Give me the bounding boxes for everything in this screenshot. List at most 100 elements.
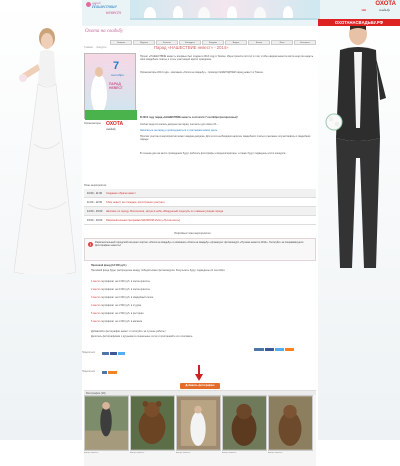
prize-place: 1 место	[91, 280, 100, 283]
prize-item: 2 место сертификат на 3 000 руб. в салон…	[91, 288, 150, 291]
vk-share-button[interactable]	[102, 371, 107, 374]
thumb-caption: Автор: Невеста	[84, 452, 99, 454]
main-content: Охота на свадьбу Главная Журнал Каталог …	[82, 26, 318, 466]
banner-people-graphic	[130, 6, 320, 25]
photo-thumbnail	[85, 396, 128, 450]
page-title: Парад «НАШЕСТВИЕ невест» - 2014»	[154, 45, 229, 50]
prize-desc: сертификат на 2 000 руб. в свадебный сал…	[100, 296, 154, 299]
top-banner[interactable]: парад Нашествие невест ОХОТА НА свадьбу …	[82, 0, 400, 26]
bride-illustration	[14, 28, 76, 274]
facebook-share-button[interactable]	[110, 352, 117, 355]
nav-item[interactable]: Главная	[110, 40, 132, 45]
gallery-thumb[interactable]	[84, 395, 129, 451]
site-logo[interactable]: Охота на свадьбу	[85, 29, 123, 34]
prize-item: 4 место сертификат на 1 500 руб. в студи…	[91, 304, 141, 307]
prize-desc: сертификат на 4 000 руб. в салон красоты	[100, 280, 150, 283]
banner-title-line-2: Нашествие	[92, 5, 117, 10]
prize-intro: Призовой фонд будет распределен между по…	[91, 269, 226, 272]
schedule-time: 10:00 - 11:00	[87, 191, 103, 195]
thumb-caption: Автор: Невеста	[130, 452, 145, 454]
vk-like-button[interactable]	[254, 348, 264, 351]
banner-url[interactable]: OXOTAHACBAДЬБУ.PФ	[318, 19, 400, 26]
schedule-desc: Шествие по городу. Фотосессия, запуск в …	[106, 209, 224, 213]
prize-place: 5 место	[91, 312, 100, 315]
prize-place: 2 место	[91, 288, 100, 291]
photo-thumbnail	[223, 396, 266, 450]
table-row: 12:00 - 15:00 Шествие по городу. Фотосесс…	[84, 207, 316, 216]
upload-photo-button[interactable]: Добавить фотографию	[180, 383, 220, 389]
prize-title: Призовой фонд (13 000 руб.)	[91, 264, 127, 267]
prize-item: 6 место сертификат на 1 000 руб. в магаз…	[91, 320, 142, 323]
table-row: 11:00 - 12:00 Сбор невест на площади, рег…	[84, 198, 316, 207]
schedule-label: План мероприятия:	[84, 184, 107, 187]
gallery-thumb[interactable]	[176, 395, 221, 451]
prize-place: 4 место	[91, 304, 100, 307]
warning-icon: !	[88, 242, 93, 247]
schedule-desc: Развлекательная программа MAXIMUM-show (…	[106, 218, 181, 222]
prize-item: 3 место сертификат на 2 000 руб. в сваде…	[91, 296, 153, 299]
gallery-thumb[interactable]	[130, 395, 175, 451]
gallery-thumb[interactable]	[268, 395, 313, 451]
nav-item[interactable]: Блоги	[248, 40, 270, 45]
thumb-caption: Автор: Невеста	[268, 452, 283, 454]
left-background	[0, 0, 82, 440]
banner-brand-na: НА	[361, 8, 366, 12]
prize-desc: сертификат на 3 000 руб. в салон красоты	[100, 288, 150, 291]
share-label-bottom: Поделиться:	[82, 371, 96, 373]
table-row: 10:00 - 11:00 Создание образа невест	[84, 189, 316, 198]
arrow-down-icon	[195, 365, 203, 381]
thumb-caption: Автор: Невеста	[176, 452, 191, 454]
poster-month: сентября	[111, 73, 124, 77]
ok-share-button[interactable]	[285, 348, 294, 351]
body-paragraph-3: Просим участие в мероприятии может кажда…	[140, 135, 311, 142]
prize-place: 3 место	[91, 296, 100, 299]
event-poster[interactable]: 7 сентября ПАРАД НЕВЕСТ	[84, 53, 137, 120]
photo-thumbnail	[177, 396, 220, 450]
prize-desc: сертификат на 1 000 руб. в магазин	[100, 320, 143, 323]
notice-box: ! Развлекательный городской интернет-пор…	[84, 238, 316, 261]
social-buttons-right	[254, 348, 294, 351]
photo-gallery: Фотографии (28) Автор: Невеста Автор: Не…	[84, 390, 316, 466]
table-row: 15:00 - 16:00 Развлекательная программа M…	[84, 216, 316, 225]
breadcrumb[interactable]: Главная → Конкурсы	[84, 47, 106, 49]
organizer-logo[interactable]: ОХОТА свадьбу	[106, 122, 132, 134]
nav-item[interactable]: Фото	[271, 40, 293, 45]
right-background	[318, 0, 400, 440]
prize-item: 1 место сертификат на 4 000 руб. в салон…	[91, 280, 150, 283]
schedule-desc: Создание образа невест	[106, 191, 136, 195]
ok-share-button[interactable]	[108, 371, 117, 374]
prize-desc: сертификат на 1 500 руб. в студию	[100, 304, 142, 307]
poster-day: 7	[113, 60, 120, 72]
signup-link[interactable]: Записаться на парад и присоединиться к у…	[140, 129, 316, 133]
social-buttons-top	[102, 352, 125, 355]
thumb-caption: Автор: Невеста	[222, 452, 237, 454]
event-date-line: В 2014 году парад «НАШЕСТВИЕ невест» сос…	[140, 116, 238, 119]
schedule-more-link[interactable]: Подробный план мероприятия	[174, 232, 254, 236]
poster-caption: ПАРАД НЕВЕСТ	[109, 82, 123, 90]
banner-brand-script: свадьбу	[378, 8, 390, 12]
flower-icon	[86, 2, 91, 7]
twitter-tweet-button[interactable]	[275, 348, 284, 351]
share-label-top: Поделиться:	[82, 352, 96, 354]
nav-item[interactable]: Журнал	[133, 40, 155, 45]
prize-footer-2: Делитесь фотографиями с друзьями в социа…	[91, 335, 194, 338]
prize-desc: сертификат на 1 500 руб. в ресторан	[100, 312, 144, 315]
schedule-desc: Сбор невест на площади, регистрация учас…	[106, 200, 165, 204]
gallery-thumb[interactable]	[222, 395, 267, 451]
intro-paragraph-2: Организаторы 2014 года - компания «Охота…	[140, 71, 264, 74]
twitter-share-button[interactable]	[118, 352, 125, 355]
prize-place: 6 место	[91, 320, 100, 323]
schedule-time: 11:00 - 12:00	[87, 200, 103, 204]
schedule-table: 10:00 - 11:00 Создание образа невест 11:0…	[84, 189, 316, 225]
body-paragraph-4: В течение дня на месте проведения будут …	[140, 152, 286, 155]
banner-brand: ОХОТА	[375, 1, 396, 7]
facebook-like-button[interactable]	[265, 348, 274, 351]
banner-photo-strip	[130, 0, 320, 25]
nav-item[interactable]: Контакты	[294, 40, 316, 45]
body-paragraph-1: Сейчас ведется запись девушек на парад: …	[140, 123, 219, 126]
organizer-logo-script: свадьбу	[106, 127, 116, 131]
notice-text: Развлекательный городской интернет-порта…	[95, 241, 304, 248]
schedule-time: 15:00 - 16:00	[87, 218, 103, 222]
vk-share-button[interactable]	[102, 352, 109, 355]
social-buttons-bottom	[102, 371, 117, 374]
